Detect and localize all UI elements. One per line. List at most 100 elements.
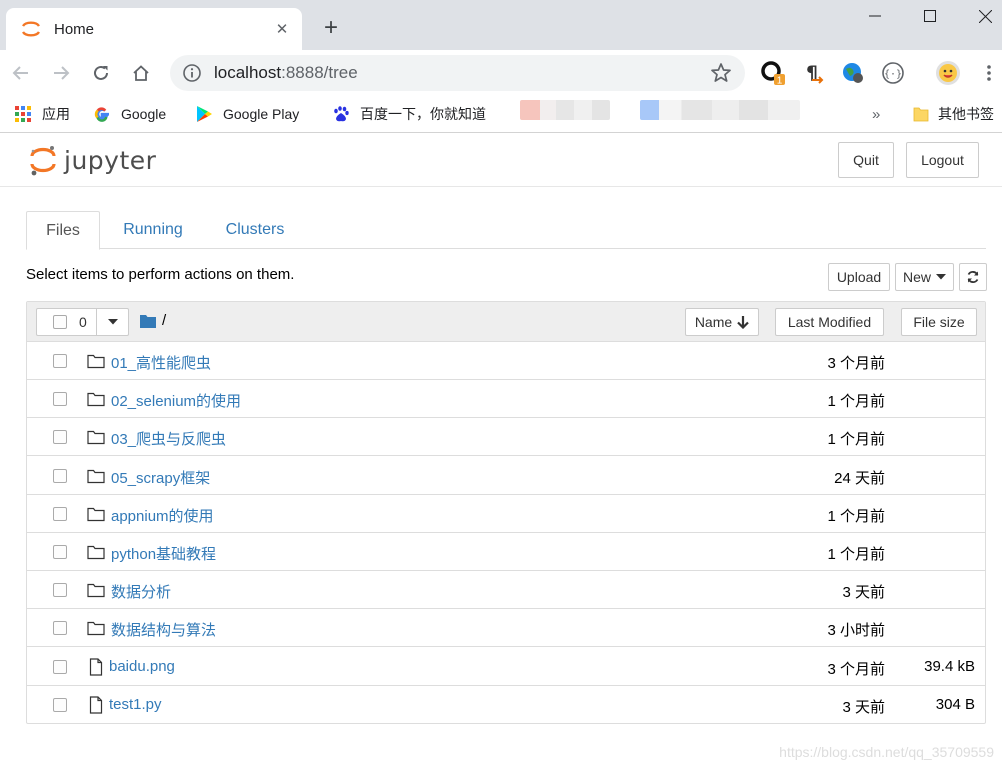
row-name-link[interactable]: 数据分析: [111, 581, 171, 602]
row-checkbox[interactable]: [53, 392, 67, 407]
extension-badge: 1: [777, 76, 783, 87]
new-button-label: New: [902, 269, 931, 285]
row-checkbox[interactable]: [53, 430, 67, 445]
reload-icon[interactable]: [86, 58, 116, 88]
row-checkbox[interactable]: [53, 621, 67, 636]
bookmark-google-play[interactable]: Google Play: [195, 104, 299, 124]
folder-icon: [87, 354, 105, 369]
folder-icon: [87, 545, 105, 560]
row-checkbox[interactable]: [53, 659, 67, 674]
selected-count: 0: [79, 314, 87, 330]
bookmark-star-icon[interactable]: [709, 61, 733, 85]
select-all-toggle[interactable]: 0: [37, 309, 97, 335]
sort-file-size-button[interactable]: File size: [901, 308, 977, 336]
url-text[interactable]: localhost:8888/tree: [214, 63, 709, 83]
file-icon: [89, 657, 103, 676]
sort-name-button[interactable]: Name: [685, 308, 759, 336]
extension-braces-icon[interactable]: {·}: [880, 60, 906, 86]
table-row[interactable]: 05_scrapy框架 24 天前: [27, 457, 985, 495]
caret-down-icon: [107, 319, 118, 325]
select-all-checkbox[interactable]: [53, 315, 67, 329]
jupyter-logo-text: jupyter: [64, 145, 157, 175]
bookmark-google-play-label: Google Play: [223, 106, 300, 122]
row-checkbox[interactable]: [53, 468, 67, 483]
file-icon: [89, 696, 103, 714]
bookmark-baidu[interactable]: 百度一下，你就知道: [332, 104, 486, 124]
row-name-link[interactable]: test1.py: [109, 696, 162, 713]
bookmark-apps[interactable]: 应用: [14, 104, 70, 124]
bookmark-google-label: Google: [121, 106, 167, 122]
table-row[interactable]: 03_爬虫与反爬虫 1 个月前: [27, 418, 985, 457]
table-row[interactable]: appnium的使用 1 个月前: [27, 495, 985, 533]
jupyter-logo[interactable]: jupyter: [28, 142, 156, 178]
bookmark-other[interactable]: 其他书签: [912, 104, 994, 124]
logout-button[interactable]: Logout: [906, 142, 979, 178]
bookmark-google[interactable]: Google: [93, 104, 166, 124]
breadcrumb-root: /: [162, 312, 167, 329]
table-row[interactable]: python基础教程 1 个月前: [27, 533, 985, 571]
bookmark-other-label: 其他书签: [938, 106, 994, 122]
new-tab-icon[interactable]: +: [318, 14, 344, 41]
row-name-link[interactable]: 数据结构与算法: [111, 619, 216, 640]
minimize-icon[interactable]: [860, 4, 890, 28]
row-checkbox[interactable]: [53, 545, 67, 559]
tab-files[interactable]: Files: [26, 211, 100, 250]
browser-tab[interactable]: Home ✕: [6, 8, 302, 50]
row-last-modified: 1 个月前: [827, 546, 885, 563]
table-row[interactable]: 02_selenium的使用 1 个月前: [27, 380, 985, 419]
blurred-bookmark[interactable]: [640, 100, 800, 120]
maximize-icon[interactable]: [915, 4, 945, 28]
profile-avatar-icon[interactable]: [935, 60, 961, 86]
select-menu-caret[interactable]: [97, 309, 128, 335]
tab-title: Home: [54, 20, 95, 38]
tab-running[interactable]: Running: [110, 211, 196, 249]
folder-icon: [913, 107, 929, 122]
table-row[interactable]: test1.py 3 天前 304 B: [27, 686, 985, 724]
close-window-icon[interactable]: [970, 4, 1000, 28]
row-name-link[interactable]: 02_selenium的使用: [111, 390, 241, 411]
refresh-button[interactable]: [959, 263, 987, 291]
extension-globe-icon[interactable]: [840, 60, 866, 86]
row-name-link[interactable]: python基础教程: [111, 543, 216, 564]
row-name-link[interactable]: 01_高性能爬虫: [111, 352, 211, 373]
new-dropdown-button[interactable]: New: [895, 263, 954, 291]
info-icon[interactable]: [182, 63, 202, 83]
tab-close-icon[interactable]: ✕: [272, 19, 292, 39]
file-list: 0 / Name Last Modified File size 01_高性能爬…: [26, 301, 986, 724]
address-bar[interactable]: localhost:8888/tree: [170, 55, 745, 91]
row-name-link[interactable]: 03_爬虫与反爬虫: [111, 428, 226, 449]
back-icon[interactable]: [6, 58, 36, 88]
select-all-dropdown[interactable]: 0: [36, 308, 129, 336]
folder-icon: [87, 469, 105, 483]
bookmarks-overflow[interactable]: »: [872, 104, 880, 124]
breadcrumb[interactable]: /: [140, 312, 166, 329]
folder-icon: [87, 584, 105, 598]
apps-grid-icon: [15, 106, 31, 122]
table-row[interactable]: 数据结构与算法 3 小时前: [27, 609, 985, 648]
home-icon[interactable]: [126, 58, 156, 88]
folder-icon: [87, 431, 105, 445]
row-checkbox[interactable]: [53, 506, 67, 521]
quit-button[interactable]: Quit: [838, 142, 894, 178]
sort-last-modified-button[interactable]: Last Modified: [775, 308, 884, 336]
row-name-link[interactable]: baidu.png: [109, 658, 175, 675]
file-list-header: 0 / Name Last Modified File size: [27, 302, 985, 342]
row-checkbox[interactable]: [53, 583, 67, 598]
table-row[interactable]: 01_高性能爬虫 3 个月前: [27, 342, 985, 380]
folder-icon: [87, 393, 105, 407]
table-row[interactable]: 数据分析 3 天前: [27, 571, 985, 610]
row-name-link[interactable]: 05_scrapy框架: [111, 467, 210, 488]
browser-menu-icon[interactable]: [976, 60, 1002, 86]
table-row[interactable]: baidu.png 3 个月前 39.4 kB: [27, 648, 985, 686]
row-checkbox[interactable]: [53, 354, 67, 368]
blurred-bookmark[interactable]: [520, 100, 610, 120]
baidu-paw-icon: [334, 106, 349, 122]
browser-tabstrip: Home ✕ +: [0, 0, 1002, 50]
row-checkbox[interactable]: [53, 697, 67, 712]
tab-clusters[interactable]: Clusters: [212, 211, 298, 249]
extension-octopus-icon[interactable]: 1: [760, 60, 786, 86]
extension-pilcrow-icon[interactable]: ¶: [800, 60, 826, 86]
forward-icon[interactable]: [46, 58, 76, 88]
upload-button[interactable]: Upload: [828, 263, 890, 291]
row-name-link[interactable]: appnium的使用: [111, 505, 214, 526]
